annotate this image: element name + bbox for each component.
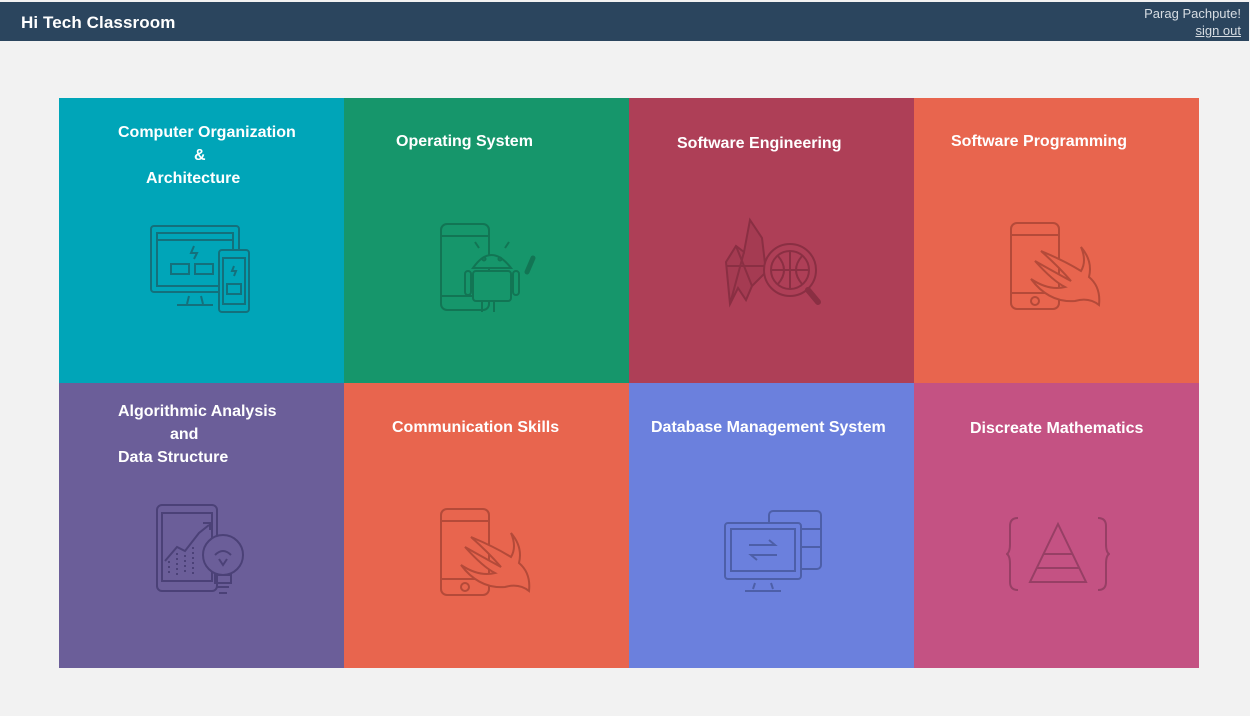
course-title-line: Computer Organization: [118, 124, 296, 141]
course-title-line: Discreate Mathematics: [970, 420, 1144, 437]
user-name: Parag Pachpute!: [1144, 6, 1241, 21]
course-tile-os[interactable]: Operating System: [344, 98, 629, 383]
course-grid: Computer Organization & Architecture Ope…: [59, 98, 1199, 668]
course-title: Computer Organization & Architecture: [59, 121, 344, 190]
course-title: Communication Skills: [344, 416, 629, 439]
android-phone-icon: [439, 222, 539, 318]
responsive-devices-icon: [149, 224, 254, 316]
course-title-block: Algorithmic Analysis and Data Structure: [59, 400, 344, 469]
course-title-line: Operating System: [396, 133, 533, 150]
swift-phone-icon: [439, 507, 535, 599]
course-tile-cs[interactable]: Communication Skills: [344, 383, 629, 668]
course-title-line: Architecture: [146, 170, 241, 187]
course-title: Database Management System: [629, 416, 914, 439]
pyramid-braces-icon: [1006, 516, 1110, 592]
database-monitor-icon: [723, 509, 825, 595]
course-title-line: Algorithmic Analysis: [118, 403, 277, 420]
course-tile-dbms[interactable]: Database Management System: [629, 383, 914, 668]
course-title-line: Data Structure: [118, 449, 229, 466]
course-tile-aads[interactable]: Algorithmic Analysis and Data Structure: [59, 383, 344, 668]
course-title-line: and: [170, 426, 199, 443]
course-title-line: Communication Skills: [392, 419, 560, 436]
app-title: Hi Tech Classroom: [21, 13, 176, 32]
swift-phone-icon: [1009, 221, 1105, 313]
course-tile-sp[interactable]: Software Programming: [914, 98, 1199, 383]
course-title: Software Programming: [914, 130, 1199, 153]
course-tile-se[interactable]: Software Engineering: [629, 98, 914, 383]
course-title: Operating System: [344, 130, 629, 153]
course-tile-dm[interactable]: Discreate Mathematics: [914, 383, 1199, 668]
course-title: Discreate Mathematics: [914, 417, 1199, 440]
top-bar: Hi Tech Classroom Parag Pachpute! sign o…: [0, 2, 1249, 41]
sign-out-link[interactable]: sign out: [1195, 22, 1241, 39]
course-title-line: Software Programming: [951, 133, 1128, 150]
course-tile-coa[interactable]: Computer Organization & Architecture: [59, 98, 344, 383]
tablet-idea-icon: [155, 503, 249, 601]
course-title: Software Engineering: [629, 132, 914, 155]
user-panel: Parag Pachpute! sign out: [1144, 5, 1241, 39]
map-search-icon: [722, 216, 826, 312]
course-title-line: Database Management System: [651, 419, 886, 436]
course-title-line: &: [194, 147, 206, 164]
course-title-line: Software Engineering: [677, 135, 842, 152]
